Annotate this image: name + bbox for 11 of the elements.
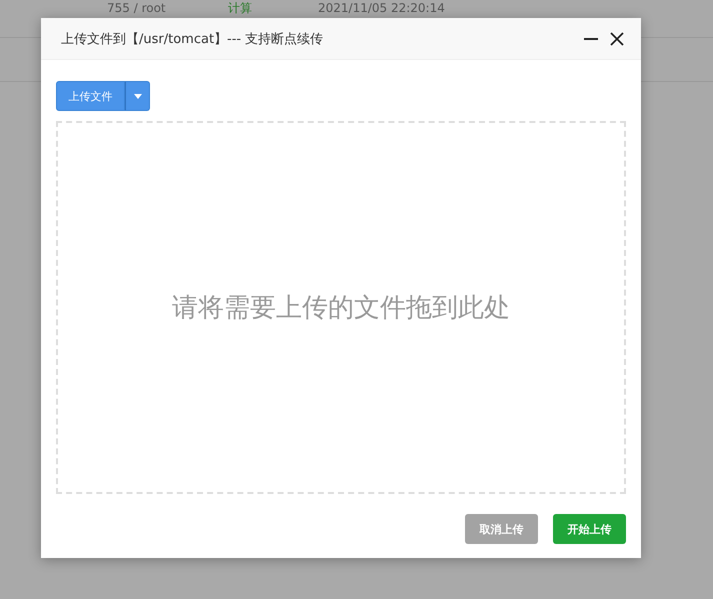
- upload-file-button[interactable]: 上传文件: [56, 81, 125, 111]
- table-cell: 755 / root: [107, 1, 166, 16]
- table-cell: 计算: [228, 1, 252, 16]
- dialog-title: 上传文件到【/usr/tomcat】--- 支持断点续传: [61, 30, 324, 48]
- caret-icon: [134, 94, 142, 98]
- table-cell: 2021/11/05 22:20:14: [318, 1, 445, 16]
- drop-zone[interactable]: 请将需要上传的文件拖到此处: [56, 121, 626, 494]
- close-icon[interactable]: [609, 30, 625, 46]
- dropdown-button[interactable]: [125, 81, 150, 111]
- start-upload-button[interactable]: 开始上传: [553, 514, 626, 544]
- drop-hint: 请将需要上传的文件拖到此处: [172, 292, 510, 325]
